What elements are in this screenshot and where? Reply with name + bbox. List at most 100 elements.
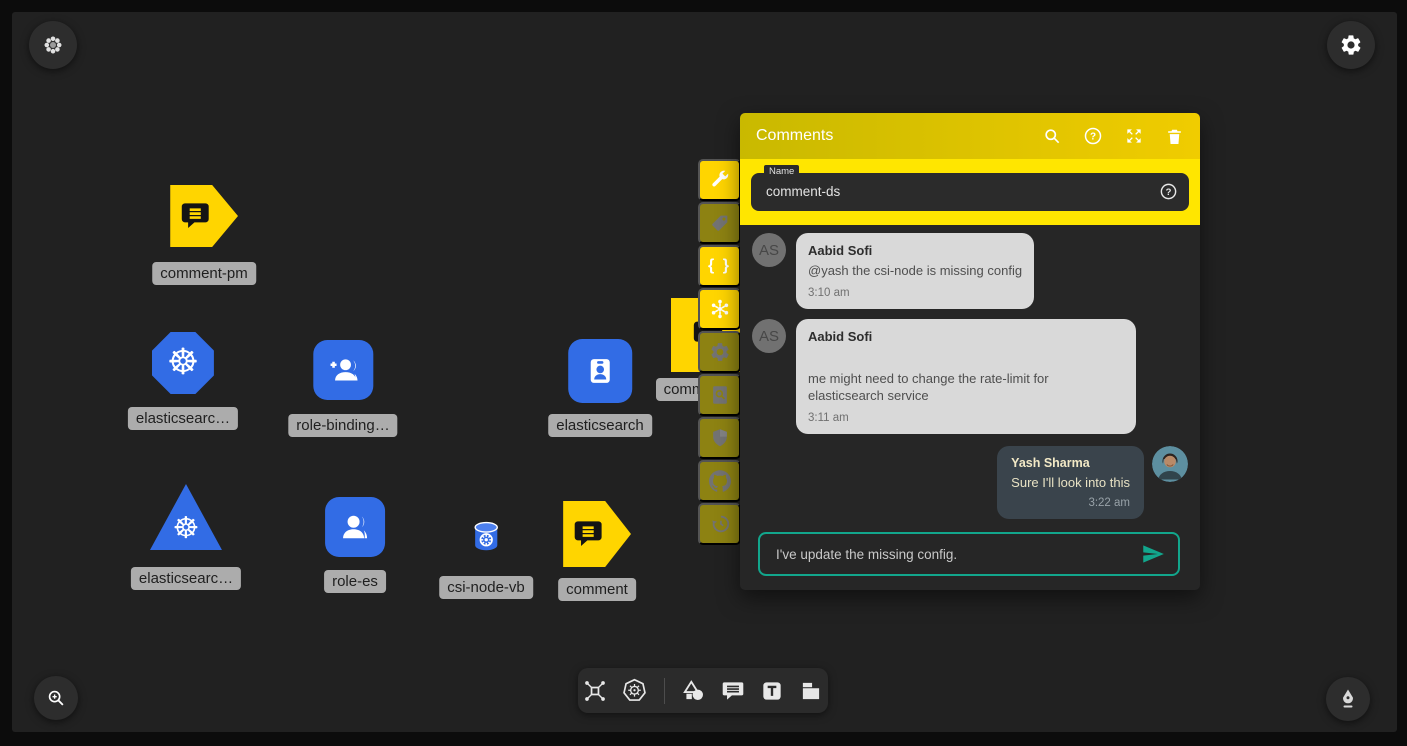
comment-message: Yash Sharma Sure I'll look into this 3:2… <box>752 446 1190 519</box>
name-field-value[interactable]: comment-ds <box>751 173 1189 211</box>
flower-icon <box>41 33 65 57</box>
shape-toolbar <box>578 668 828 713</box>
app-menu-button[interactable] <box>29 21 77 69</box>
doc-search-icon <box>709 384 731 406</box>
message-bubble: Aabid Sofi me might need to change the r… <box>796 319 1136 434</box>
panel-header-actions: ? <box>1042 126 1184 146</box>
history-button[interactable] <box>698 503 741 545</box>
node-label: comment-pm <box>152 262 256 285</box>
kubernetes-tool-button[interactable] <box>621 677 648 704</box>
node-elasticsearch-serviceaccount[interactable]: elasticsearch <box>548 339 652 437</box>
message-bubble: Yash Sharma Sure I'll look into this 3:2… <box>997 446 1144 519</box>
message-author: Yash Sharma <box>1011 456 1130 470</box>
help-button[interactable]: ? <box>1083 126 1103 146</box>
name-field-section: Name comment-ds ? <box>740 159 1200 225</box>
node-role-es[interactable]: role-es <box>324 497 386 593</box>
kubernetes-wheel-icon: ☸ <box>167 345 199 381</box>
trash-icon <box>1165 127 1184 146</box>
comments-panel-header[interactable]: Comments ? <box>740 113 1200 159</box>
shapes-icon <box>681 678 707 704</box>
tag-button[interactable] <box>698 202 741 244</box>
comment-icon <box>720 678 746 704</box>
user-photo <box>1152 446 1188 482</box>
node-comment[interactable]: comment <box>558 501 636 601</box>
github-button[interactable] <box>698 460 741 502</box>
node-label: comment <box>558 578 636 601</box>
comments-panel: Comments ? Name comment-ds <box>740 113 1200 590</box>
name-help-button[interactable]: ? <box>1159 182 1178 206</box>
node-label: role-es <box>324 570 386 593</box>
hub-icon <box>708 297 732 321</box>
message-author: Aabid Sofi <box>808 329 1124 344</box>
comment-input[interactable] <box>774 546 1140 563</box>
zoom-in-icon <box>45 687 67 709</box>
node-elasticsearch-octagon[interactable]: ☸ elasticsearc… <box>128 332 238 430</box>
help-icon: ? <box>1083 126 1103 146</box>
avatar: AS <box>752 233 786 267</box>
comment-message: AS Aabid Sofi me might need to change th… <box>752 319 1190 434</box>
configure-button[interactable] <box>698 159 741 201</box>
settings-button[interactable] <box>1327 21 1375 69</box>
braces-icon: { } <box>708 257 731 275</box>
workflow-tool-button[interactable] <box>582 678 608 704</box>
node-label: elasticsearc… <box>128 407 238 430</box>
expand-icon <box>1124 126 1144 146</box>
node-comment-pm[interactable]: comment-pm <box>152 185 256 285</box>
kubernetes-wheel-icon <box>469 519 503 555</box>
message-time: 3:11 am <box>808 412 1124 424</box>
person-add-icon <box>325 352 361 388</box>
settings-gear-icon <box>1339 33 1363 57</box>
note-tool-button[interactable] <box>798 678 824 704</box>
settings-button[interactable] <box>698 331 741 373</box>
pen-tool-button[interactable] <box>1326 677 1370 721</box>
name-field[interactable]: Name comment-ds ? <box>751 173 1189 211</box>
wrench-icon <box>709 169 731 191</box>
shapes-tool-button[interactable] <box>681 678 707 704</box>
node-elasticsearch-triangle[interactable]: ☸ elasticsearc… <box>131 484 241 590</box>
comment-tool-button[interactable] <box>720 678 746 704</box>
node-label: elasticsearch <box>548 414 652 437</box>
name-field-label: Name <box>764 165 799 179</box>
zoom-button[interactable] <box>34 676 78 720</box>
comments-list[interactable]: AS Aabid Sofi @yash the csi-node is miss… <box>740 225 1200 525</box>
node-csi-node-vb[interactable]: csi-node-vb <box>439 519 533 599</box>
search-button[interactable] <box>1042 126 1062 146</box>
security-button[interactable] <box>698 417 741 459</box>
id-badge-icon <box>581 352 619 390</box>
relationships-button[interactable] <box>698 288 741 330</box>
comment-bubble-icon <box>176 197 214 235</box>
workflow-icon <box>582 678 608 704</box>
shield-icon <box>709 427 731 449</box>
send-button[interactable] <box>1140 541 1166 567</box>
cylinder-shape <box>469 519 503 555</box>
expand-button[interactable] <box>1124 126 1144 146</box>
rounded-square-shape <box>313 340 373 400</box>
kubernetes-icon <box>621 677 648 704</box>
comment-composer <box>758 532 1180 576</box>
node-label: elasticsearc… <box>131 567 241 590</box>
comment-message: AS Aabid Sofi @yash the csi-node is miss… <box>752 233 1190 309</box>
message-time: 3:22 am <box>1011 497 1130 509</box>
message-author: Aabid Sofi <box>808 243 1022 258</box>
octagon-shape: ☸ <box>152 332 214 394</box>
message-bubble: Aabid Sofi @yash the csi-node is missing… <box>796 233 1034 309</box>
app-window: comment-pm ☸ elasticsearc… role-binding…… <box>0 0 1407 746</box>
json-config-button[interactable]: { } <box>698 245 741 287</box>
validate-button[interactable] <box>698 374 741 416</box>
message-text: @yash the csi-node is missing config <box>808 262 1022 279</box>
svg-text:?: ? <box>1166 187 1172 198</box>
search-icon <box>1042 126 1062 146</box>
avatar-photo <box>1152 446 1188 482</box>
note-icon <box>798 678 824 704</box>
node-role-binding[interactable]: role-binding… <box>288 340 397 437</box>
text-tool-button[interactable] <box>759 678 785 704</box>
svg-text:?: ? <box>1090 132 1096 143</box>
node-label: csi-node-vb <box>439 576 533 599</box>
people-icon <box>337 509 373 545</box>
delete-button[interactable] <box>1165 127 1184 146</box>
toolbar-divider <box>664 678 665 704</box>
history-icon <box>709 513 731 535</box>
pen-nib-icon <box>1336 687 1360 711</box>
avatar: AS <box>752 319 786 353</box>
help-icon: ? <box>1159 182 1178 201</box>
